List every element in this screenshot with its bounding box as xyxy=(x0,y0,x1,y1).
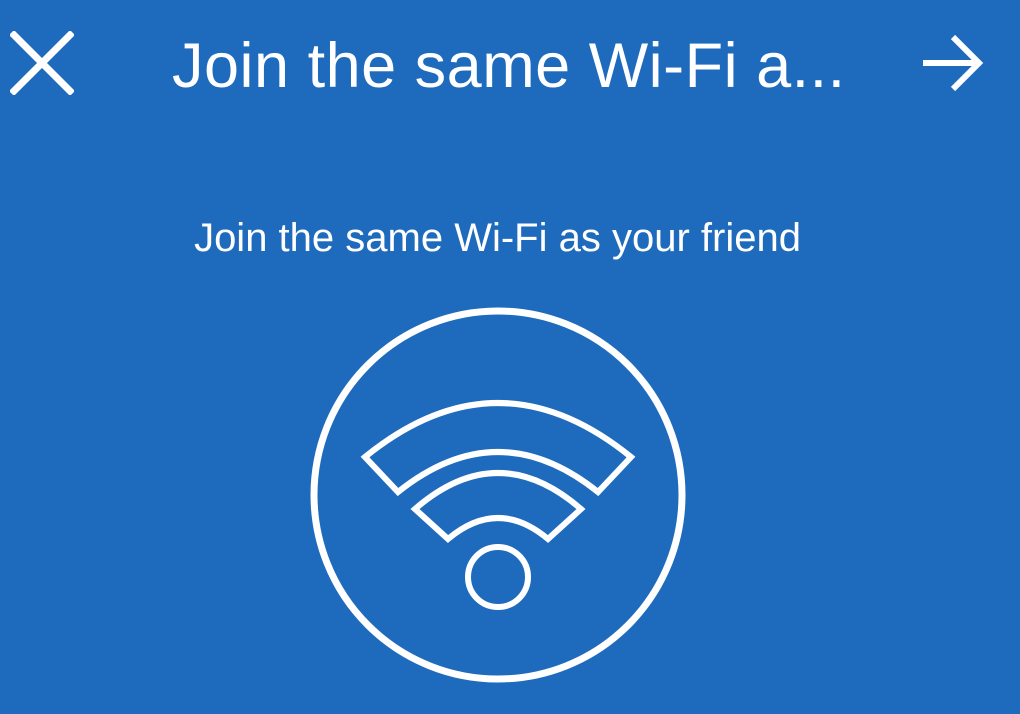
close-button[interactable] xyxy=(6,27,78,99)
arrow-right-icon xyxy=(923,34,984,92)
toolbar: Join the same Wi-Fi a... xyxy=(0,0,1020,132)
page-title: Join the same Wi-Fi a... xyxy=(172,31,846,101)
join-wifi-screen: Join the same Wi-Fi a... Join the same W… xyxy=(0,0,1020,714)
instruction-text: Join the same Wi-Fi as your friend xyxy=(194,216,801,260)
close-icon xyxy=(10,31,74,95)
next-button[interactable] xyxy=(917,27,989,99)
wifi-icon xyxy=(310,307,686,683)
